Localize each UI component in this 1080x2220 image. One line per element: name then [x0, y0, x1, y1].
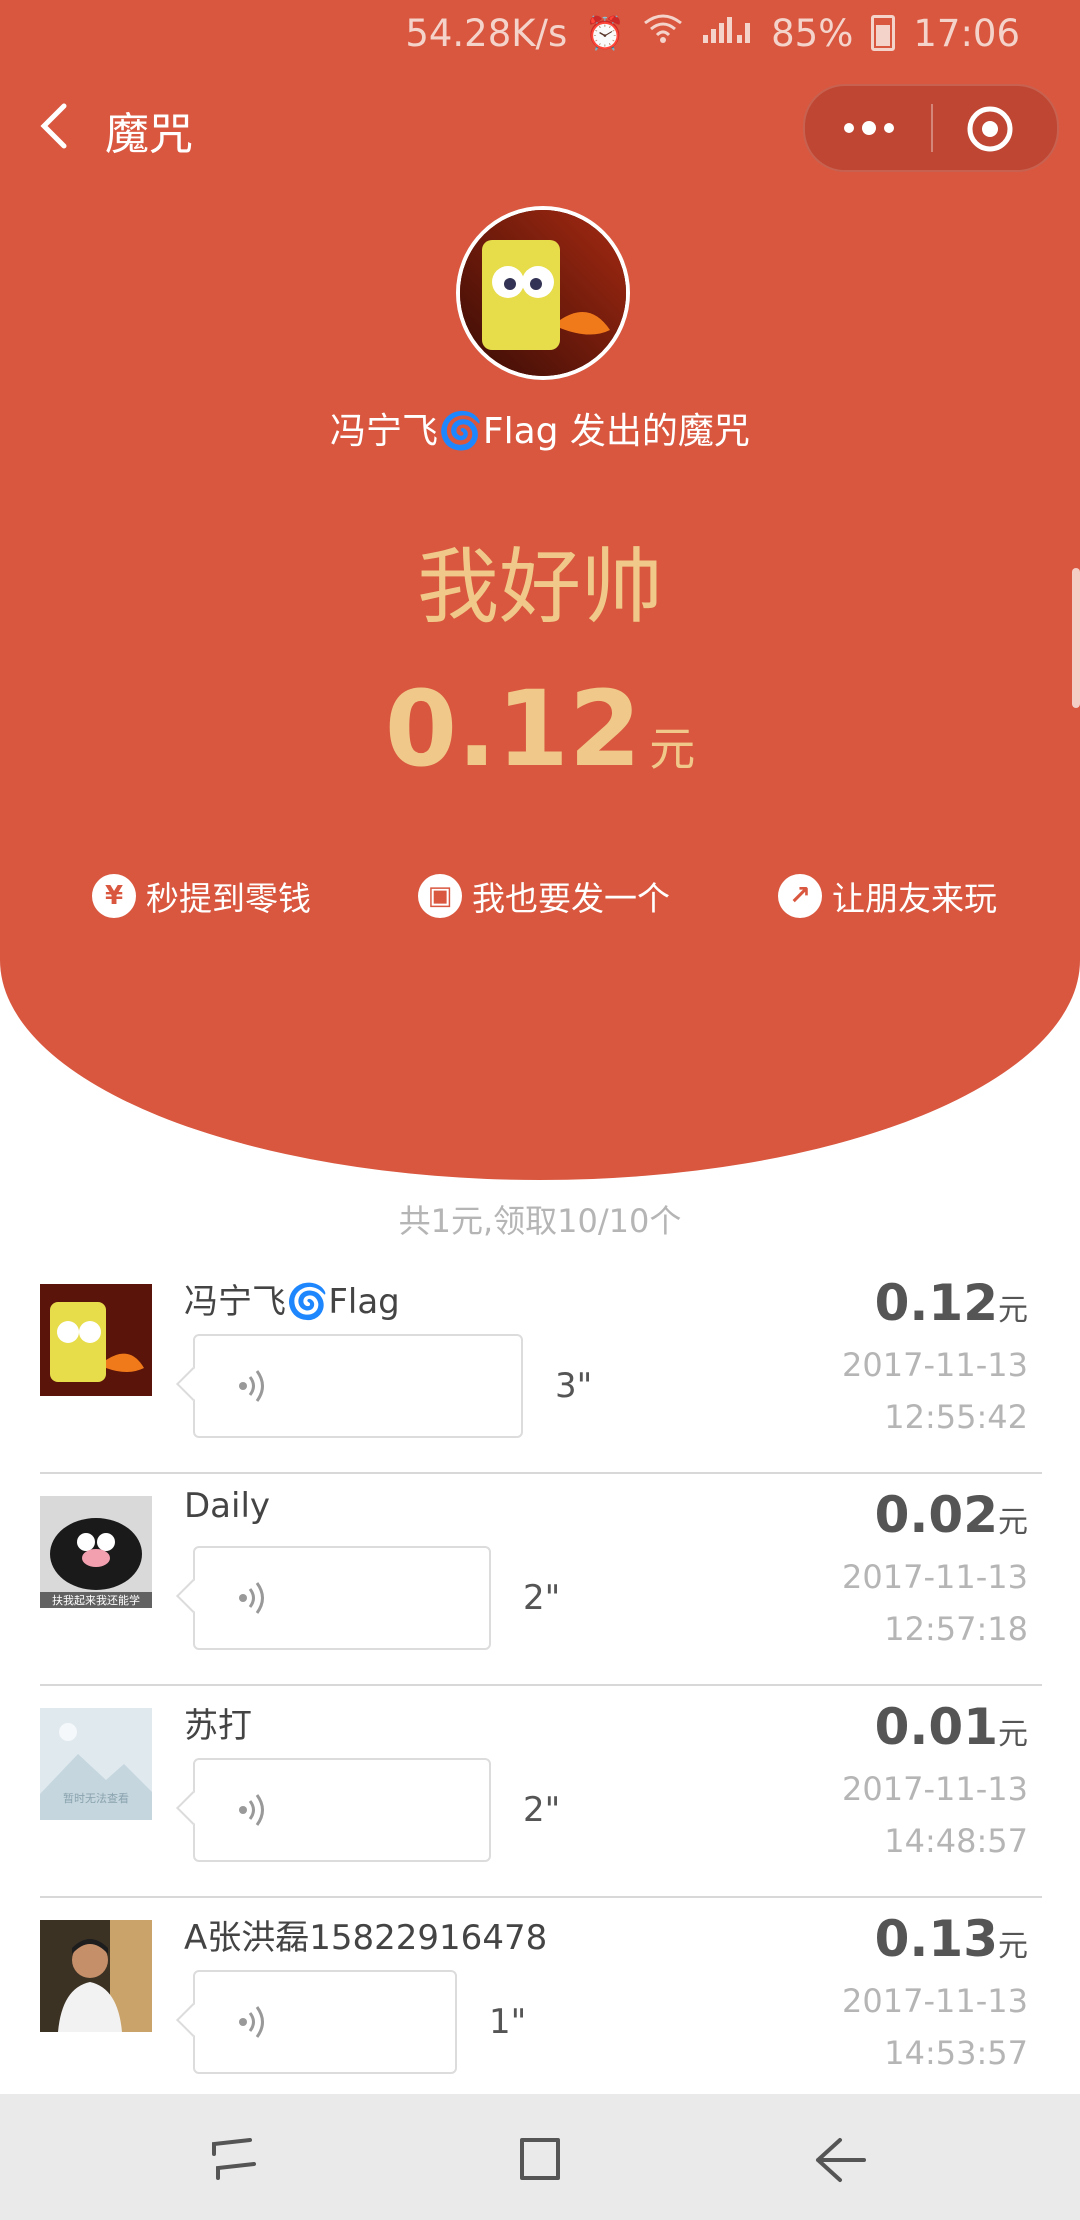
amount-value: 0.02 — [874, 1486, 998, 1544]
claimer-name: A张洪磊15822916478 — [184, 1918, 548, 1958]
avatar: 扶我起来我还能学 — [40, 1496, 152, 1608]
list-item[interactable]: 扶我起来我还能学 Daily 2" 0.02元 2017-11-13 12:57… — [40, 1474, 1042, 1686]
list-item[interactable]: A张洪磊15822916478 1" 0.13元 2017-11-13 14:5… — [40, 1898, 1042, 2110]
voice-message[interactable] — [193, 1334, 523, 1438]
amount-unit: 元 — [998, 1717, 1028, 1752]
avatar-caption: 暂时无法查看 — [63, 1791, 129, 1805]
claim-amount: 0.02元 — [875, 1486, 1028, 1544]
list-item[interactable]: 冯宁飞🌀Flag 3" 0.12元 2017-11-13 12:55:42 — [40, 1262, 1042, 1474]
claim-time: 12:57:18 — [884, 1610, 1028, 1648]
voice-icon — [239, 1582, 264, 1614]
claim-list: 冯宁飞🌀Flag 3" 0.12元 2017-11-13 12:55:42 扶我… — [40, 1262, 1042, 2110]
claim-date: 2017-11-13 — [842, 1346, 1028, 1384]
more-icon[interactable] — [839, 110, 899, 146]
wifi-icon — [643, 13, 683, 53]
action-label: 让朋友来玩 — [832, 879, 997, 918]
sender-avatar — [456, 206, 630, 380]
close-icon[interactable] — [965, 104, 1015, 154]
alarm-icon: ⏰ — [585, 14, 626, 52]
amount-unit: 元 — [998, 1293, 1028, 1328]
claimer-name: 苏打 — [184, 1706, 252, 1746]
voice-icon — [239, 1370, 264, 1402]
page-title: 魔咒 — [105, 109, 193, 160]
claim-time: 14:48:57 — [884, 1822, 1028, 1860]
voice-icon — [239, 1794, 264, 1826]
claim-amount: 0.01元 — [875, 1698, 1028, 1756]
withdraw-to-wallet-button[interactable]: ¥ 秒提到零钱 — [92, 872, 311, 920]
amount-value: 0.12 — [384, 668, 642, 790]
voice-duration: 2" — [523, 1578, 561, 1618]
claimer-name: 冯宁飞🌀Flag — [184, 1282, 400, 1322]
amount-unit: 元 — [649, 722, 696, 776]
avatar-caption: 扶我起来我还能学 — [52, 1593, 140, 1607]
avatar: 暂时无法查看 — [40, 1708, 152, 1820]
scrollbar[interactable] — [1072, 568, 1080, 708]
clock: 17:06 — [913, 11, 1020, 55]
claim-date: 2017-11-13 — [842, 1982, 1028, 2020]
mini-program-capsule — [803, 84, 1059, 172]
claim-summary: 共1元,领取10/10个 — [398, 1202, 682, 1240]
voice-duration: 2" — [523, 1790, 561, 1830]
voice-duration: 1" — [489, 2002, 527, 2042]
amount-value: 0.01 — [874, 1698, 998, 1756]
spell-text: 我好帅 — [416, 540, 663, 635]
home-icon[interactable] — [510, 2132, 570, 2188]
signal-icon — [701, 13, 753, 53]
amount-unit: 元 — [998, 1505, 1028, 1540]
amount-unit: 元 — [998, 1929, 1028, 1964]
invite-friends-button[interactable]: ↗ 让朋友来玩 — [778, 872, 997, 920]
voice-duration: 3" — [555, 1366, 593, 1406]
share-icon: ↗ — [778, 874, 822, 918]
claim-time: 12:55:42 — [884, 1398, 1028, 1436]
action-label: 我也要发一个 — [472, 879, 670, 918]
voice-icon — [239, 2006, 264, 2038]
back-arrow-icon[interactable] — [810, 2132, 870, 2188]
list-item[interactable]: 暂时无法查看 苏打 2" 0.01元 2017-11-13 14:48:57 — [40, 1686, 1042, 1898]
chevron-left-icon[interactable] — [30, 90, 90, 160]
claim-amount: 0.12元 — [875, 1274, 1028, 1332]
claim-time: 14:53:57 — [884, 2034, 1028, 2072]
action-row: ¥ 秒提到零钱 ▣ 我也要发一个 ↗ 让朋友来玩 — [0, 872, 1080, 928]
claim-date: 2017-11-13 — [842, 1558, 1028, 1596]
sender-caption: 冯宁飞🌀Flag 发出的魔咒 — [330, 411, 750, 452]
claim-amount: 0.13元 — [875, 1910, 1028, 1968]
avatar — [40, 1920, 152, 2032]
battery-percent: 85% — [771, 11, 854, 55]
capsule-divider — [931, 104, 933, 152]
red-packet-icon: ▣ — [418, 874, 462, 918]
action-label: 秒提到零钱 — [146, 879, 311, 918]
system-nav-bar — [0, 2094, 1080, 2220]
claimer-name: Daily — [184, 1486, 271, 1526]
yuan-icon: ¥ — [92, 874, 136, 918]
received-amount: 0.12 元 — [0, 668, 1080, 790]
network-speed: 54.28K/s — [405, 11, 568, 55]
voice-message[interactable] — [193, 1758, 491, 1862]
amount-value: 0.13 — [874, 1910, 998, 1968]
voice-message[interactable] — [193, 1970, 457, 2074]
recent-apps-icon[interactable] — [204, 2132, 264, 2188]
status-bar: 54.28K/s ⏰ 85% 17:06 — [405, 0, 1020, 66]
send-one-too-button[interactable]: ▣ 我也要发一个 — [418, 872, 670, 920]
avatar — [40, 1284, 152, 1396]
claim-date: 2017-11-13 — [842, 1770, 1028, 1808]
voice-message[interactable] — [193, 1546, 491, 1650]
amount-value: 0.12 — [874, 1274, 998, 1332]
battery-icon — [871, 15, 896, 51]
